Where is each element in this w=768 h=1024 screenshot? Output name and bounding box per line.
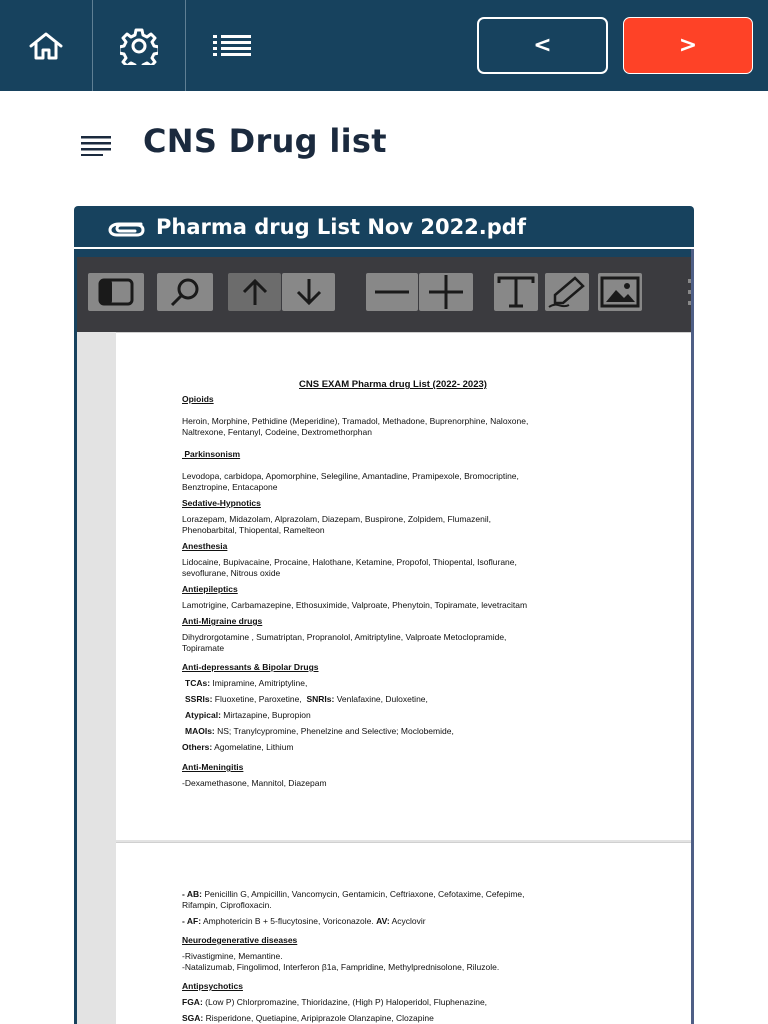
ab-text: Penicillin G, Ampicillin, Vancomycin, Ge… <box>201 889 525 899</box>
heading-opioids: Opioids <box>182 394 214 404</box>
pdf-viewer[interactable]: CNS EXAM Pharma drug List (2022- 2023) O… <box>74 249 694 1024</box>
others-label: Others: <box>182 742 213 752</box>
zoom-out-icon <box>375 290 409 294</box>
text-tool-button[interactable] <box>494 273 538 311</box>
heading-anti-meningitis: Anti-Meningitis <box>182 762 244 772</box>
tca-text: Imipramine, Amitriptyline, <box>210 678 308 688</box>
av-label: AV: <box>376 916 390 926</box>
search-button[interactable] <box>157 273 213 311</box>
heading-antipsychotics: Antipsychotics <box>182 981 243 991</box>
draw-tool-button[interactable] <box>545 273 589 311</box>
gear-icon <box>120 28 158 65</box>
text-icon <box>497 276 535 308</box>
pdf-page-2: - AB: Penicillin G, Ampicillin, Vancomyc… <box>116 842 691 1024</box>
zoom-out-button[interactable] <box>366 273 418 311</box>
fga-label: FGA: <box>182 997 203 1007</box>
lines-icon <box>81 136 111 156</box>
opioids-line-2: Naltrexone, Fentanyl, Codeine, Dextromet… <box>182 427 372 437</box>
toolbar-overflow[interactable] <box>682 273 691 311</box>
image-tool-button[interactable] <box>598 273 642 311</box>
migraine-line-1: Dihydrorgotamine , Sumatriptan, Proprano… <box>182 632 507 642</box>
sedative-line-2: Phenobarbital, Thiopental, Ramelteon <box>182 525 325 535</box>
menu-button[interactable] <box>186 0 278 91</box>
settings-button[interactable] <box>93 0 185 91</box>
fga-line: FGA: (Low P) Chlorpromazine, Thioridazin… <box>182 997 622 1008</box>
pdf-toolbar <box>77 257 691 332</box>
pdf-page-1: CNS EXAM Pharma drug List (2022- 2023) O… <box>116 332 691 840</box>
parkinsonism-line-2: Benztropine, Entacapone <box>182 482 278 492</box>
next-label: > <box>678 33 698 58</box>
ssri-snri-line: SSRIs: Fluoxetine, Paroxetine, SNRIs: Ve… <box>185 694 625 705</box>
fga-text: (Low P) Chlorpromazine, Thioridazine, (H… <box>202 997 488 1007</box>
tca-line: TCAs: Imipramine, Amitriptyline, <box>185 678 625 689</box>
top-nav-bar: < > <box>0 0 768 91</box>
attachment-header[interactable]: Pharma drug List Nov 2022.pdf <box>74 206 694 247</box>
neuro-line-2: -Natalizumab, Fingolimod, Interferon β1a… <box>182 962 500 972</box>
ssri-text: Fluoxetine, Paroxetine, <box>212 694 302 704</box>
viewer-top-border <box>77 249 691 257</box>
heading-antidepressants: Anti-depressants & Bipolar Drugs <box>182 662 319 672</box>
sidebar-toggle-button[interactable] <box>88 273 144 311</box>
paperclip-icon <box>108 222 145 237</box>
draw-icon <box>548 276 585 308</box>
neuro-line-1: -Rivastigmine, Memantine. <box>182 951 283 961</box>
more-icon <box>687 279 691 305</box>
anesthesia-line-2: sevoflurane, Nitrous oxide <box>182 568 281 578</box>
previous-button[interactable]: < <box>477 17 608 74</box>
page-down-button[interactable] <box>282 273 335 311</box>
av-text: Acyclovir <box>389 916 426 926</box>
sga-text: Risperidone, Quetiapine, Aripiprazole Ol… <box>203 1013 434 1023</box>
ssri-label: SSRIs: <box>185 694 213 704</box>
snri-text: Venlafaxine, Duloxetine, <box>334 694 428 704</box>
page-up-button[interactable] <box>228 273 281 311</box>
heading-parkinsonism: Parkinsonism <box>182 449 241 459</box>
meningitis-line-1: -Dexamethasone, Mannitol, Diazepam <box>182 778 327 788</box>
home-icon <box>29 32 63 59</box>
zoom-in-button[interactable] <box>419 273 473 311</box>
others-line: Others: Agomelatine, Lithium <box>182 742 622 753</box>
parkinsonism-line-1: Levodopa, carbidopa, Apomorphine, Selegi… <box>182 471 519 481</box>
migraine-line-2: Topiramate <box>182 643 225 653</box>
next-button[interactable]: > <box>623 17 753 74</box>
previous-label: < <box>533 33 552 58</box>
maoi-label: MAOIs: <box>185 726 215 736</box>
heading-anti-migraine: Anti-Migraine drugs <box>182 616 263 626</box>
opioids-line-1: Heroin, Morphine, Pethidine (Meperidine)… <box>182 416 529 426</box>
others-text: Agomelatine, Lithium <box>212 742 294 752</box>
af-av-line: - AF: Amphotericin B + 5-flucytosine, Vo… <box>182 916 622 927</box>
sidebar-toggle-icon <box>98 278 134 306</box>
af-label: - AF: <box>182 916 202 926</box>
ab-line-2: Rifampin, Ciprofloxacin. <box>182 900 272 910</box>
ab-line-1: - AB: Penicillin G, Ampicillin, Vancomyc… <box>182 889 622 900</box>
home-button[interactable] <box>0 0 92 91</box>
atypical-text: Mirtazapine, Bupropion <box>220 710 311 720</box>
anesthesia-line-1: Lidocaine, Bupivacaine, Procaine, Haloth… <box>182 557 517 567</box>
sga-label: SGA: <box>182 1013 204 1023</box>
heading-anesthesia: Anesthesia <box>182 541 228 551</box>
snri-label: SNRIs: <box>306 694 335 704</box>
list-icon <box>213 34 251 56</box>
heading-antiepileptics: Antiepileptics <box>182 584 238 594</box>
page-title: CNS Drug list <box>143 122 387 160</box>
sga-line: SGA: Risperidone, Quetiapine, Aripiprazo… <box>182 1013 622 1024</box>
atypical-label: Atypical: <box>185 710 221 720</box>
page-gutter <box>77 332 115 1024</box>
heading-sedative-hypnotics: Sedative-Hypnotics <box>182 498 261 508</box>
document-title: CNS EXAM Pharma drug List (2022- 2023) <box>299 379 487 390</box>
maoi-line: MAOIs: NS; Tranylcypromine, Phenelzine a… <box>185 726 625 737</box>
zoom-in-icon <box>429 275 463 309</box>
search-icon <box>170 278 199 307</box>
arrow-up-icon <box>242 278 267 305</box>
af-text: Amphotericin B + 5-flucytosine, Voricona… <box>201 916 374 926</box>
antiepileptics-line-1: Lamotrigine, Carbamazepine, Ethosuximide… <box>182 600 528 610</box>
attachment-filename: Pharma drug List Nov 2022.pdf <box>156 214 526 239</box>
atypical-line: Atypical: Mirtazapine, Bupropion <box>185 710 625 721</box>
tca-label: TCAs: <box>185 678 211 688</box>
image-icon <box>600 276 640 308</box>
ab-label: - AB: <box>182 889 202 899</box>
sedative-line-1: Lorazepam, Midazolam, Alprazolam, Diazep… <box>182 514 491 524</box>
arrow-down-icon <box>296 279 321 306</box>
maoi-text: NS; Tranylcypromine, Phenelzine and Sele… <box>214 726 454 736</box>
heading-neurodegenerative: Neurodegenerative diseases <box>182 935 298 945</box>
